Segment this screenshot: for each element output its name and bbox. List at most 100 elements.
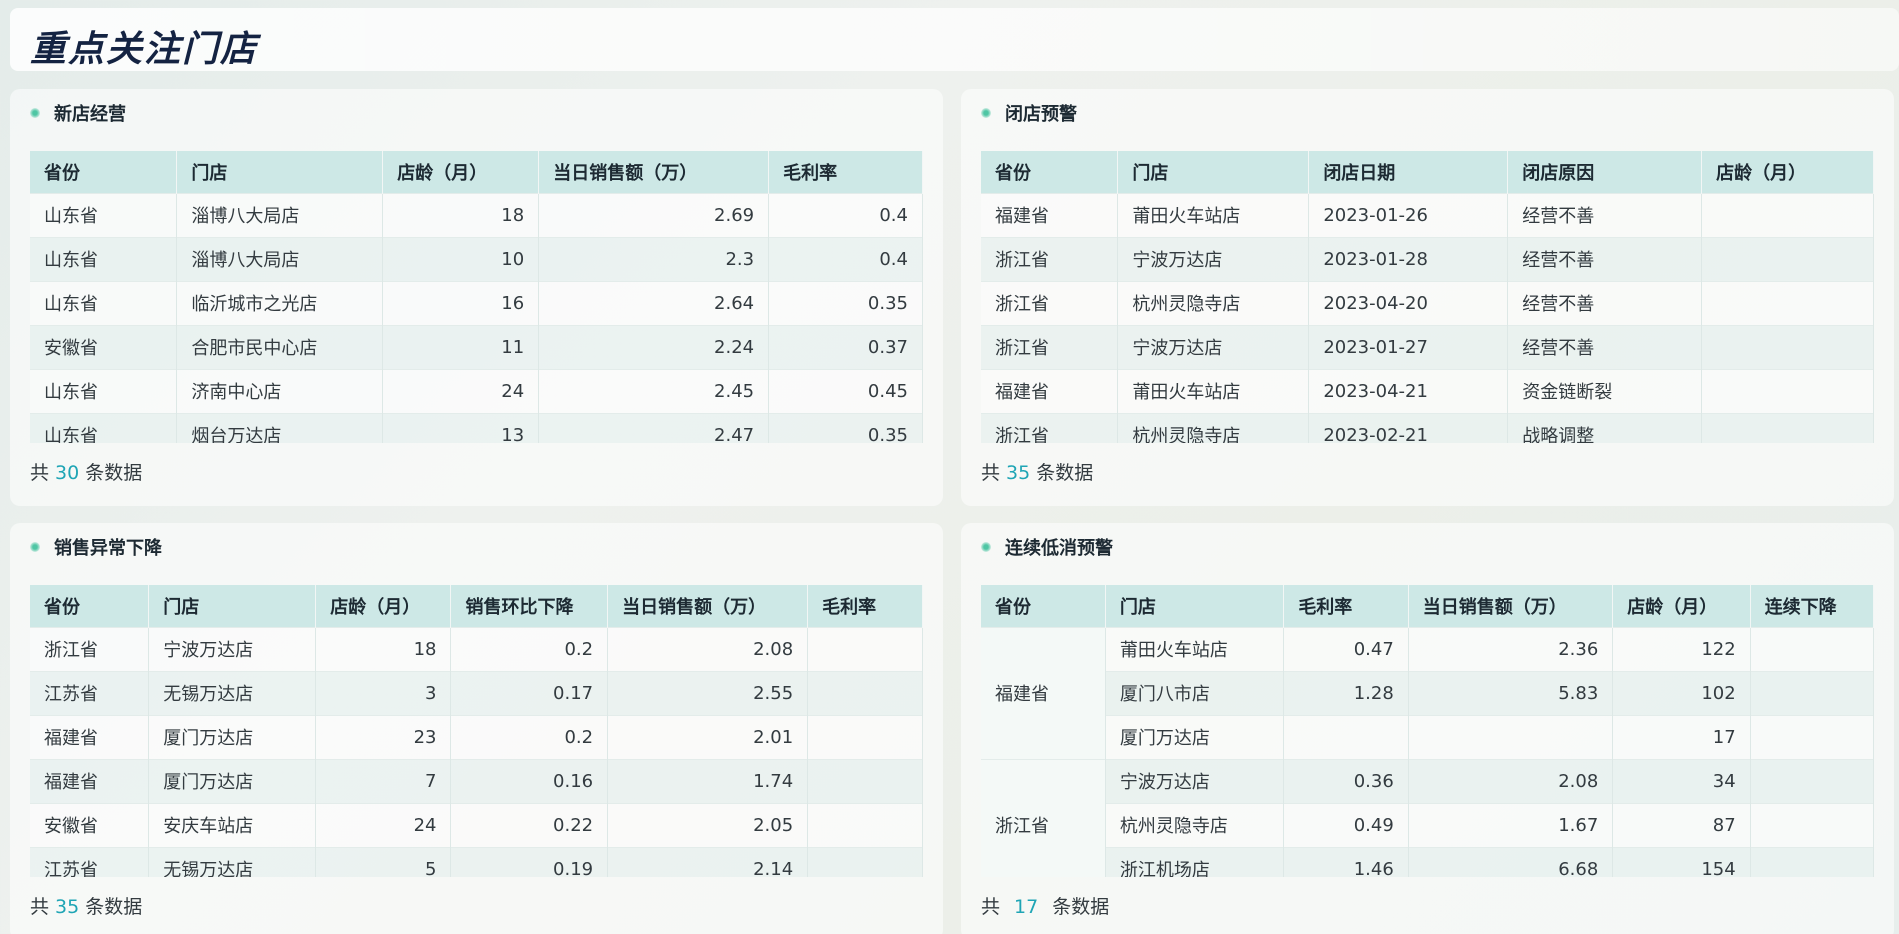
table-cell: 0.36 <box>1283 758 1409 803</box>
column-header[interactable]: 毛利率 <box>768 151 923 193</box>
table-row[interactable]: 浙江省 杭州灵隐寺店 2023-02-21 战略调整 <box>981 412 1874 443</box>
table-cell: 浙江机场店 <box>1105 846 1285 877</box>
column-header[interactable]: 毛利率 <box>1283 585 1409 627</box>
table-cell: 0.2 <box>450 626 609 671</box>
table-cell: 安徽省 <box>30 802 150 847</box>
table-header-row: 省份 门店 店龄（月） 销售环比下降 当日销售额（万） 毛利率 <box>30 585 923 627</box>
table-cell: 0.47 <box>1283 626 1409 671</box>
table-row[interactable]: 山东省 淄博八大局店 10 2.3 0.4 <box>30 236 923 281</box>
table-cell: 24 <box>315 802 452 847</box>
table-cell: 11 <box>382 324 540 369</box>
table-cell: 山东省 <box>30 236 178 281</box>
table-row[interactable]: 山东省 济南中心店 24 2.45 0.45 <box>30 368 923 413</box>
table-row[interactable]: 厦门万达店 17 <box>981 714 1874 759</box>
record-count: 17 <box>1014 896 1039 918</box>
footer-prefix: 共 <box>981 462 1001 484</box>
column-header[interactable]: 当日销售额（万） <box>538 151 770 193</box>
table-cell: 厦门八市店 <box>1105 670 1285 715</box>
table-cell: 杭州灵隐寺店 <box>1117 280 1310 325</box>
column-header[interactable]: 店龄（月） <box>382 151 540 193</box>
column-header[interactable]: 门店 <box>1105 585 1285 627</box>
table-cell: 5 <box>315 846 452 877</box>
column-header[interactable]: 闭店原因 <box>1507 151 1703 193</box>
table-row[interactable]: 浙江省 宁波万达店 0.36 2.08 34 <box>981 758 1874 877</box>
column-header[interactable]: 店龄（月） <box>1701 151 1874 193</box>
table-cell: 2.36 <box>1408 626 1614 671</box>
table-row[interactable]: 浙江省 宁波万达店 2023-01-27 经营不善 <box>981 324 1874 369</box>
column-header[interactable]: 店龄（月） <box>315 585 452 627</box>
column-header[interactable]: 省份 <box>30 585 150 627</box>
table-row[interactable]: 山东省 临沂城市之光店 16 2.64 0.35 <box>30 280 923 325</box>
column-header[interactable]: 省份 <box>30 151 178 193</box>
sales-drop-table: 省份 门店 店龄（月） 销售环比下降 当日销售额（万） 毛利率 浙江省 宁波万达店… <box>30 585 923 877</box>
table-row[interactable]: 杭州灵隐寺店 0.49 1.67 87 <box>981 802 1874 847</box>
table-cell <box>1701 412 1874 443</box>
column-header[interactable]: 省份 <box>981 151 1119 193</box>
closing-table: 省份 门店 闭店日期 闭店原因 店龄（月） 福建省 莆田火车站店 2023-01-2… <box>981 151 1874 443</box>
table-cell <box>1750 714 1874 759</box>
low-consume-table: 省份 门店 毛利率 当日销售额（万） 店龄（月） 连续下降 福建省 莆田火车站店 0… <box>981 585 1874 877</box>
column-header[interactable]: 当日销售额（万） <box>1408 585 1614 627</box>
table-row[interactable]: 山东省 烟台万达店 13 2.47 0.35 <box>30 412 923 443</box>
table-cell: 0.16 <box>450 758 609 803</box>
table-cell: 2023-01-26 <box>1308 192 1509 237</box>
table-cell: 资金链断裂 <box>1507 368 1703 413</box>
footer-suffix: 条数据 <box>1036 462 1094 484</box>
footer-suffix: 条数据 <box>1052 896 1110 918</box>
table-cell: 2023-04-21 <box>1308 368 1509 413</box>
table-cell <box>1750 846 1874 877</box>
table-cell: 济南中心店 <box>176 368 384 413</box>
table-cell: 2.47 <box>538 412 770 443</box>
table-row[interactable]: 浙江省 宁波万达店 2023-01-28 经营不善 <box>981 236 1874 281</box>
column-header[interactable]: 毛利率 <box>807 585 923 627</box>
column-header[interactable]: 省份 <box>981 585 1106 627</box>
table-row[interactable]: 福建省 莆田火车站店 0.47 2.36 122 <box>981 626 1874 759</box>
column-header[interactable]: 门店 <box>148 585 317 627</box>
column-header[interactable]: 闭店日期 <box>1308 151 1509 193</box>
footer-prefix: 共 <box>981 896 1001 918</box>
table-row[interactable]: 浙江机场店 1.46 6.68 154 <box>981 846 1874 877</box>
table-row[interactable]: 山东省 淄博八大局店 18 2.69 0.4 <box>30 192 923 237</box>
table-cell: 0.45 <box>768 368 923 413</box>
column-header[interactable]: 销售环比下降 <box>450 585 609 627</box>
table-row[interactable]: 浙江省 宁波万达店 18 0.2 2.08 <box>30 626 923 671</box>
table-cell: 10 <box>382 236 540 281</box>
table-scroll-area[interactable]: 省份 门店 店龄（月） 销售环比下降 当日销售额（万） 毛利率 浙江省 宁波万达店… <box>30 585 923 877</box>
table-row[interactable]: 浙江省 杭州灵隐寺店 2023-04-20 经营不善 <box>981 280 1874 325</box>
table-scroll-area[interactable]: 省份 门店 店龄（月） 当日销售额（万） 毛利率 山东省 淄博八大局店 18 2.69… <box>30 151 923 443</box>
table-scroll-area[interactable]: 省份 门店 毛利率 当日销售额（万） 店龄（月） 连续下降 福建省 莆田火车站店 0… <box>981 585 1874 877</box>
table-row[interactable]: 福建省 莆田火车站店 2023-04-21 资金链断裂 <box>981 368 1874 413</box>
record-count: 35 <box>55 896 80 918</box>
table-cell: 0.49 <box>1283 802 1409 847</box>
table-row[interactable]: 江苏省 无锡万达店 5 0.19 2.14 <box>30 846 923 877</box>
table-cell: 烟台万达店 <box>176 412 384 443</box>
table-row[interactable]: 安徽省 合肥市民中心店 11 2.24 0.37 <box>30 324 923 369</box>
panel-title: 连续低消预警 <box>1005 538 1113 559</box>
table-cell: 战略调整 <box>1507 412 1703 443</box>
table-row[interactable]: 安徽省 安庆车站店 24 0.22 2.05 <box>30 802 923 847</box>
table-cell: 0.22 <box>450 802 609 847</box>
table-cell: 淄博八大局店 <box>176 236 384 281</box>
table-scroll-area[interactable]: 省份 门店 闭店日期 闭店原因 店龄（月） 福建省 莆田火车站店 2023-01-2… <box>981 151 1874 443</box>
table-row[interactable]: 江苏省 无锡万达店 3 0.17 2.55 <box>30 670 923 715</box>
column-header[interactable]: 门店 <box>1117 151 1310 193</box>
table-cell: 16 <box>382 280 540 325</box>
table-cell: 6.68 <box>1408 846 1614 877</box>
table-cell: 1.28 <box>1283 670 1409 715</box>
table-cell: 7 <box>315 758 452 803</box>
table-row[interactable]: 厦门八市店 1.28 5.83 102 <box>981 670 1874 715</box>
panel-title: 闭店预警 <box>1005 104 1077 125</box>
table-row[interactable]: 福建省 厦门万达店 23 0.2 2.01 <box>30 714 923 759</box>
column-header[interactable]: 门店 <box>176 151 384 193</box>
bullet-dot-icon <box>30 542 40 552</box>
column-header[interactable]: 当日销售额（万） <box>607 585 809 627</box>
column-header[interactable]: 店龄（月） <box>1612 585 1751 627</box>
table-header-row: 省份 门店 闭店日期 闭店原因 店龄（月） <box>981 151 1874 193</box>
footer-prefix: 共 <box>30 896 50 918</box>
table-cell: 浙江省 <box>981 412 1119 443</box>
table-row[interactable]: 福建省 莆田火车站店 2023-01-26 经营不善 <box>981 192 1874 237</box>
table-cell: 山东省 <box>30 280 178 325</box>
column-header[interactable]: 连续下降 <box>1750 585 1874 627</box>
table-row[interactable]: 福建省 厦门万达店 7 0.16 1.74 <box>30 758 923 803</box>
table-cell: 经营不善 <box>1507 192 1703 237</box>
